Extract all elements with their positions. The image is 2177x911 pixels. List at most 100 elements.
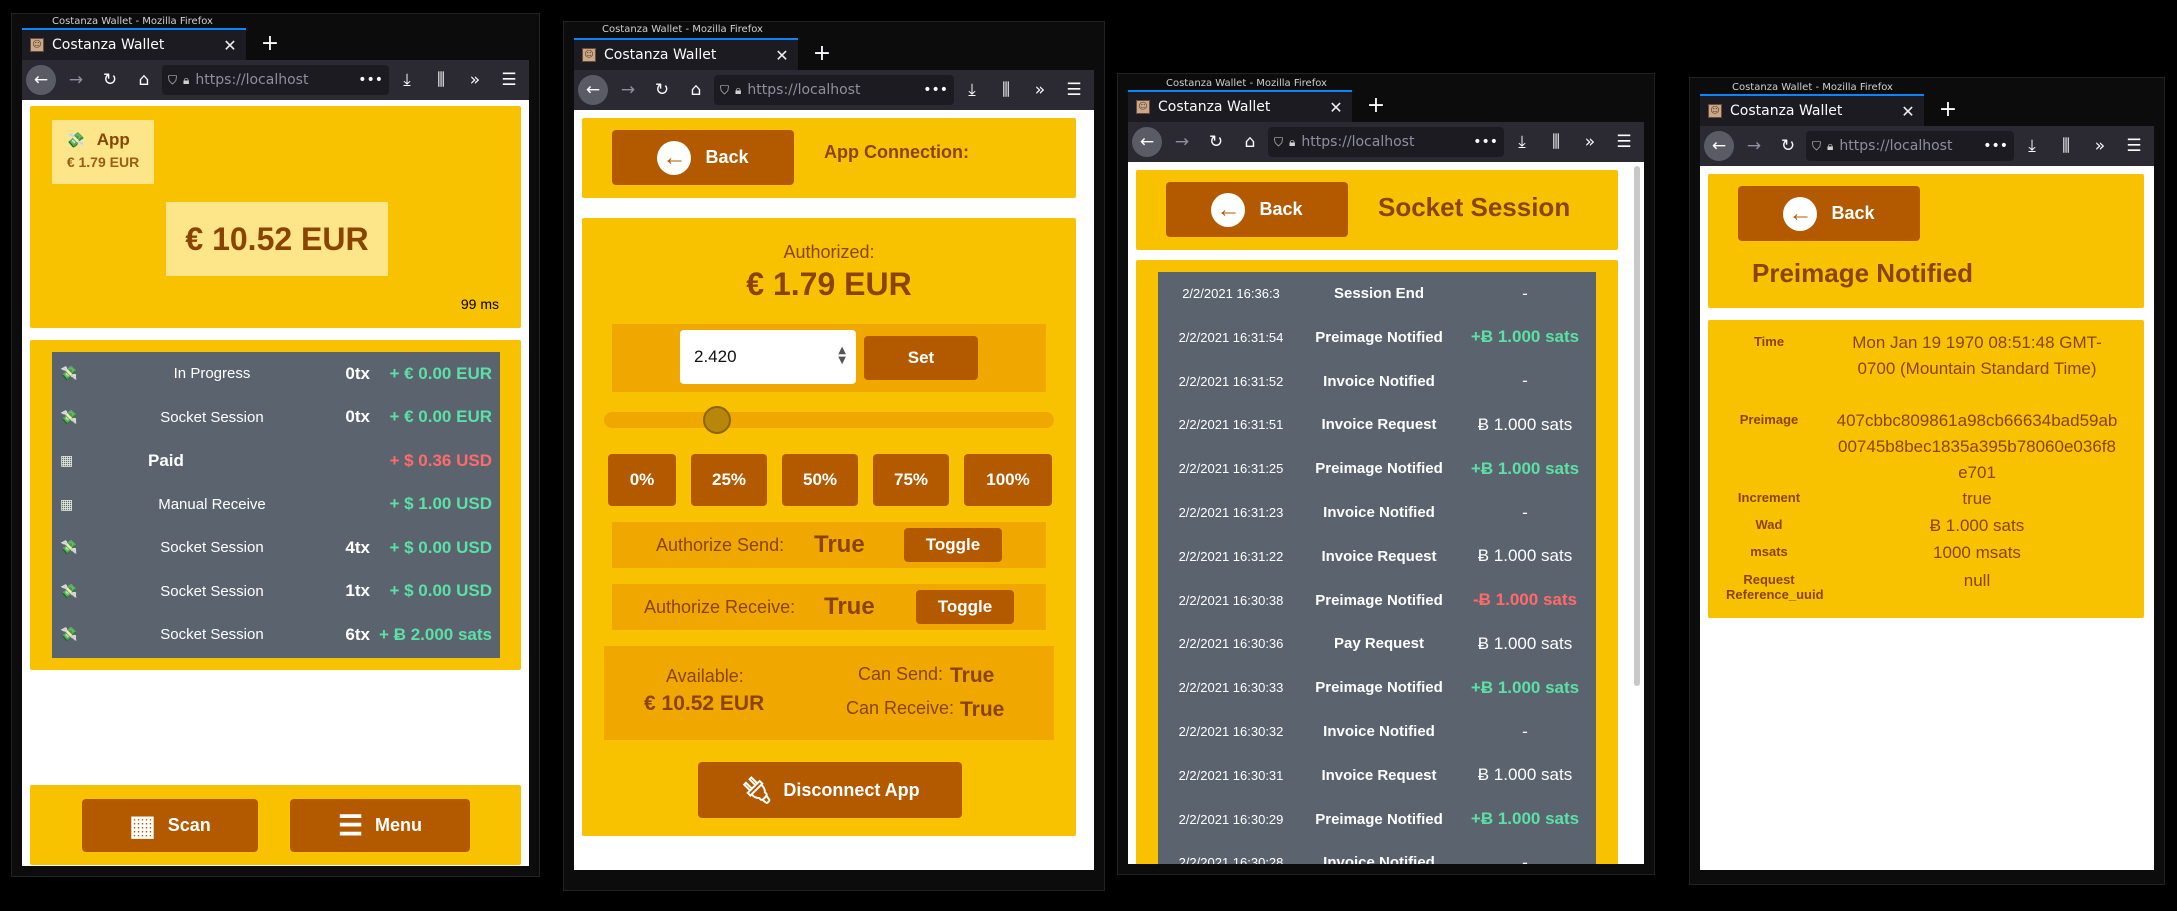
back-nav-button[interactable]: ← [26, 65, 56, 95]
percent-button[interactable]: 75% [873, 454, 949, 506]
forward-nav-button[interactable]: → [612, 74, 644, 106]
transaction-row[interactable]: 💸 In Progress 0tx + € 0.00 EUR [52, 352, 500, 395]
overflow-icon[interactable]: » [459, 64, 491, 96]
percent-button[interactable]: 50% [782, 454, 858, 506]
new-tab-button[interactable]: + [808, 40, 836, 68]
url-bar[interactable]: ⛉ 🔒︎ https://localhost ••• [1268, 127, 1504, 157]
transaction-row[interactable]: 💸 Socket Session 0tx + € 0.00 EUR [52, 396, 500, 439]
event-row[interactable]: 2/2/2021 16:30:29 Preimage Notified +Ƀ 1.0… [1158, 798, 1596, 841]
transaction-row[interactable]: 💸 Socket Session 6tx + Ƀ 2.000 sats [52, 613, 500, 656]
stepper-icon[interactable]: ▲ ▼ [838, 346, 846, 366]
slider-thumb[interactable] [702, 406, 731, 434]
toggle-send-button[interactable]: Toggle [904, 528, 1002, 562]
percent-button[interactable]: 25% [691, 454, 767, 506]
library-icon[interactable]: ⫼ [990, 74, 1022, 106]
url-bar[interactable]: ⛉ 🔒︎ https://localhost ••• [1806, 131, 2014, 161]
url-bar[interactable]: ⛉ 🔒︎ https://localhost ••• [714, 75, 954, 105]
authorize-send-label: Authorize Send: [656, 534, 785, 555]
browser-tab[interactable]: ☺ Costanza Wallet ✕ [1700, 94, 1924, 126]
back-button[interactable]: ← Back [1166, 182, 1348, 237]
close-tab-icon[interactable]: ✕ [1328, 98, 1344, 117]
event-row[interactable]: 2/2/2021 16:31:23 Invoice Notified - [1158, 491, 1596, 534]
tab-title: Costanza Wallet [1158, 99, 1271, 115]
overflow-icon[interactable]: » [1024, 74, 1056, 106]
app-badge[interactable]: 💸 App € 1.79 EUR [52, 120, 154, 184]
event-row[interactable]: 2/2/2021 16:30:28 Invoice Notified - [1158, 841, 1596, 864]
home-button[interactable]: ⌂ [128, 64, 160, 96]
event-row[interactable]: 2/2/2021 16:31:52 Invoice Notified - [1158, 360, 1596, 403]
page-actions-icon[interactable]: ••• [1983, 138, 2008, 154]
back-button[interactable]: ← Back [1738, 186, 1920, 241]
event-row[interactable]: 2/2/2021 16:30:32 Invoice Notified - [1158, 710, 1596, 753]
hamburger-menu-icon[interactable]: ☰ [1058, 74, 1090, 106]
library-icon[interactable]: ⫼ [2050, 130, 2082, 162]
forward-nav-button[interactable]: → [1166, 126, 1198, 158]
detail-value: Ƀ 1.000 sats [1929, 516, 2025, 535]
back-nav-button[interactable]: ← [1704, 131, 1734, 161]
download-icon[interactable]: ⤓ [1506, 126, 1538, 158]
new-tab-button[interactable]: + [1362, 92, 1390, 120]
back-button[interactable]: ← Back [612, 130, 794, 185]
hamburger-menu-icon[interactable]: ☰ [1608, 126, 1640, 158]
overflow-icon[interactable]: » [2084, 130, 2116, 162]
new-tab-button[interactable]: + [256, 30, 284, 58]
authorize-send-row: Authorize Send: True Toggle [612, 522, 1046, 568]
reload-button[interactable]: ↻ [646, 74, 678, 106]
tab-title: Costanza Wallet [52, 37, 165, 53]
event-amount: +Ƀ 1.000 sats [1470, 809, 1580, 829]
overflow-icon[interactable]: » [1574, 126, 1606, 158]
reload-button[interactable]: ↻ [1200, 126, 1232, 158]
transaction-row[interactable]: 💸 Socket Session 4tx + $ 0.00 USD [52, 526, 500, 569]
toggle-receive-button[interactable]: Toggle [916, 590, 1014, 624]
page-actions-icon[interactable]: ••• [1473, 134, 1498, 150]
back-nav-button[interactable]: ← [578, 75, 608, 105]
forward-nav-button[interactable]: → [60, 64, 92, 96]
menu-button[interactable]: ☰ Menu [290, 799, 470, 852]
event-row[interactable]: 2/2/2021 16:30:36 Pay Request Ƀ 1.000 sats [1158, 622, 1596, 665]
disconnect-app-button[interactable]: 🔌︎ Disconnect App [698, 762, 962, 818]
set-button[interactable]: Set [864, 336, 978, 380]
hamburger-menu-icon[interactable]: ☰ [2118, 130, 2150, 162]
back-nav-button[interactable]: ← [1132, 127, 1162, 157]
close-tab-icon[interactable]: ✕ [1900, 102, 1916, 121]
browser-tab[interactable]: ☺ Costanza Wallet ✕ [22, 28, 246, 60]
library-icon[interactable]: ⫼ [1540, 126, 1572, 158]
scan-button[interactable]: ▦ Scan [82, 799, 258, 852]
qr-icon: ▦ [60, 452, 74, 468]
library-icon[interactable]: ⫼ [425, 64, 457, 96]
amount-input[interactable]: 2.420 ▲ ▼ [680, 330, 856, 384]
event-row[interactable]: 2/2/2021 16:30:33 Preimage Notified +Ƀ 1.0… [1158, 666, 1596, 709]
browser-tab[interactable]: ☺ Costanza Wallet ✕ [574, 38, 798, 70]
event-row[interactable]: 2/2/2021 16:30:38 Preimage Notified -Ƀ 1.0… [1158, 579, 1596, 622]
transaction-row[interactable]: 💸 Socket Session 1tx + $ 0.00 USD [52, 570, 500, 613]
reload-button[interactable]: ↻ [1772, 130, 1804, 162]
new-tab-button[interactable]: + [1934, 96, 1962, 124]
close-tab-icon[interactable]: ✕ [774, 46, 790, 65]
home-button[interactable]: ⌂ [1234, 126, 1266, 158]
page-actions-icon[interactable]: ••• [923, 82, 948, 98]
hamburger-menu-icon[interactable]: ☰ [493, 64, 525, 96]
event-row[interactable]: 2/2/2021 16:31:54 Preimage Notified +Ƀ 1.0… [1158, 316, 1596, 359]
download-icon[interactable]: ⤓ [391, 64, 423, 96]
event-row[interactable]: 2/2/2021 16:31:22 Invoice Request Ƀ 1.000 … [1158, 535, 1596, 578]
event-row[interactable]: 2/2/2021 16:31:25 Preimage Notified +Ƀ 1.0… [1158, 447, 1596, 490]
transaction-row[interactable]: ▦ Manual Receive + $ 1.00 USD [52, 483, 500, 526]
url-bar[interactable]: ⛉ 🔒︎ https://localhost ••• [162, 65, 389, 95]
download-icon[interactable]: ⤓ [956, 74, 988, 106]
forward-nav-button[interactable]: → [1738, 130, 1770, 162]
amount-slider[interactable] [604, 406, 1054, 434]
browser-tab[interactable]: ☺ Costanza Wallet ✕ [1128, 90, 1352, 122]
event-row[interactable]: 2/2/2021 16:30:31 Invoice Request Ƀ 1.000 … [1158, 754, 1596, 797]
event-row[interactable]: 2/2/2021 16:31:51 Invoice Request Ƀ 1.000 … [1158, 403, 1596, 446]
transactions-table: 💸 In Progress 0tx + € 0.00 EUR 💸 Socket Sessi… [52, 352, 500, 658]
download-icon[interactable]: ⤓ [2016, 130, 2048, 162]
percent-button[interactable]: 100% [964, 454, 1052, 506]
reload-button[interactable]: ↻ [94, 64, 126, 96]
page-scrollbar[interactable] [1634, 166, 1640, 686]
event-row[interactable]: 2/2/2021 16:36:3 Session End - [1158, 272, 1596, 315]
close-tab-icon[interactable]: ✕ [222, 36, 238, 55]
page-actions-icon[interactable]: ••• [358, 72, 383, 88]
transaction-row[interactable]: ▦ Paid + $ 0.36 USD [52, 439, 500, 482]
home-button[interactable]: ⌂ [680, 74, 712, 106]
percent-button[interactable]: 0% [608, 454, 676, 506]
